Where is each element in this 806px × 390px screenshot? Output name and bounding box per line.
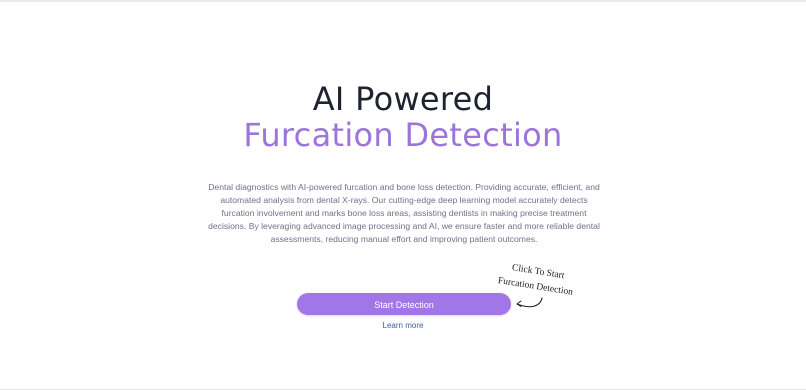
start-hint-annotation: Click To Start Furcation Detection [496, 262, 586, 298]
hero-description: Dental diagnostics with AI-powered furca… [208, 182, 600, 244]
learn-more-link[interactable]: Learn more [0, 321, 806, 330]
start-detection-button[interactable]: Start Detection [297, 293, 511, 315]
curved-arrow-icon [516, 297, 543, 308]
landing-page: AI Powered Furcation Detection Dental di… [0, 0, 806, 390]
hero-title-primary: AI Powered [312, 80, 494, 118]
hero-title-accent: Furcation Detection [243, 116, 563, 154]
